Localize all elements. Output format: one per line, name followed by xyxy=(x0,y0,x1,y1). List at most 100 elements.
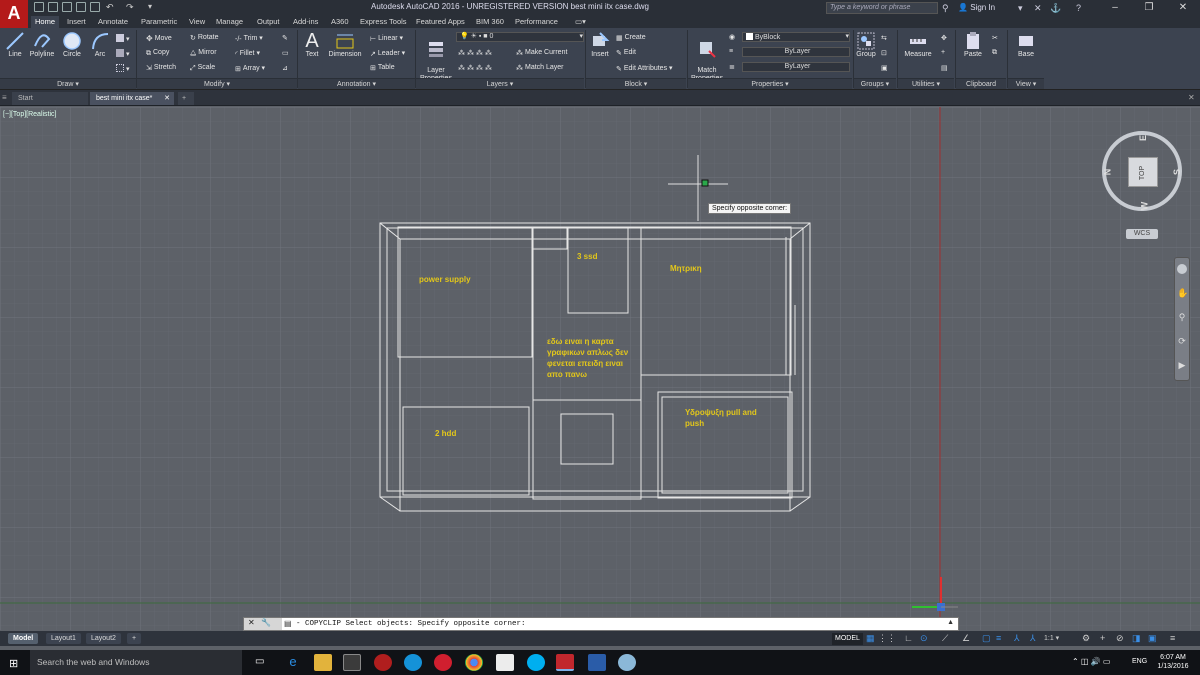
store-icon[interactable] xyxy=(496,654,514,671)
mirror-button[interactable]: ⧋ Mirror xyxy=(190,49,217,58)
close-button[interactable]: ✕ xyxy=(1166,0,1200,16)
layers-panel-label[interactable]: Layers ▾ xyxy=(416,78,584,89)
tab-bim360[interactable]: BIM 360 xyxy=(472,16,508,28)
tab-home[interactable]: Home xyxy=(31,16,60,28)
rotate-button[interactable]: ↻ Rotate xyxy=(190,34,219,42)
taskbar-clock[interactable]: 6:07 AM 1/13/2016 xyxy=(1148,653,1198,671)
open-icon[interactable] xyxy=(48,2,58,12)
clean-screen-icon[interactable]: ▣ xyxy=(1148,633,1157,644)
groups-panel-label[interactable]: Groups ▾ xyxy=(854,78,896,89)
fillet-button[interactable]: ◜ Fillet ▾ xyxy=(235,49,260,58)
move-button[interactable]: ✥ Move xyxy=(146,34,172,43)
tab-performance[interactable]: Performance xyxy=(511,16,562,28)
help-icon[interactable]: ? xyxy=(1076,2,1081,14)
windows-start-icon[interactable]: ⊞ xyxy=(9,657,18,670)
zoom-icon[interactable]: ⚲ xyxy=(1177,312,1187,322)
make-current-button[interactable]: ⁂ Make Current xyxy=(516,49,567,57)
stretch-button[interactable]: ⇲ Stretch xyxy=(146,64,176,72)
ortho-icon[interactable]: ∟ xyxy=(904,633,913,643)
object-snap-tracking-icon[interactable]: ∠ xyxy=(962,633,970,644)
ungroup-icon[interactable]: ⇆ xyxy=(881,34,887,42)
save-icon[interactable] xyxy=(62,2,72,12)
customize-icon[interactable]: 🔧 xyxy=(261,618,271,627)
linetype-dropdown[interactable]: ByLayer xyxy=(742,47,850,57)
tab-model[interactable]: Model xyxy=(8,633,39,644)
offset-icon[interactable]: ⊿ xyxy=(282,64,288,72)
search-input[interactable]: Type a keyword or phrase xyxy=(826,2,938,14)
circle-button[interactable]: Circle xyxy=(60,31,84,58)
linetype-icon[interactable]: ≡ xyxy=(729,48,733,55)
tab-layout2[interactable]: Layout2 xyxy=(86,633,121,644)
explode-icon[interactable]: ▭ xyxy=(282,49,289,57)
app-globe-icon[interactable] xyxy=(618,654,636,671)
tab-close-panel-icon[interactable]: ✕ xyxy=(1188,93,1195,102)
undo-icon[interactable]: ↶ xyxy=(106,2,116,12)
calculator-icon[interactable]: ▤ xyxy=(941,64,948,72)
model-space-button[interactable]: MODEL xyxy=(832,633,863,645)
annotation-visibility-icon[interactable]: ⅄ xyxy=(1030,633,1036,644)
match-properties-button[interactable]: Match Properties xyxy=(688,31,726,83)
maximize-button[interactable]: ❐ xyxy=(1132,0,1166,16)
add-layout-button[interactable]: + xyxy=(127,633,142,644)
table-button[interactable]: ⊞ Table xyxy=(370,64,395,72)
app-red-icon[interactable] xyxy=(374,654,392,671)
ribbon-toggle-icon[interactable]: ▭▾ xyxy=(571,16,590,28)
orbit-icon[interactable]: ⟳ xyxy=(1177,336,1187,346)
scale-button[interactable]: ⤢ Scale xyxy=(190,64,215,73)
lineweight-dropdown[interactable]: ByLayer xyxy=(742,62,850,72)
tab-a360[interactable]: A360 xyxy=(327,16,353,28)
annotation-panel-label[interactable]: Annotation ▾ xyxy=(298,78,415,89)
chrome-icon[interactable] xyxy=(465,654,483,671)
opera-icon[interactable] xyxy=(434,654,452,671)
tab-drawing[interactable]: best mini itx case* ✕ xyxy=(90,92,174,105)
task-view-icon[interactable]: ▭ xyxy=(255,656,264,667)
arc-button[interactable]: Arc xyxy=(88,31,112,58)
cut-icon[interactable]: ✂ xyxy=(992,34,998,42)
layer-properties-button[interactable]: Layer Properties xyxy=(418,31,454,83)
clipboard-panel-label[interactable]: Clipboard xyxy=(956,78,1006,89)
tab-insert[interactable]: Insert xyxy=(63,16,90,28)
autocad-taskbar-icon[interactable] xyxy=(556,654,574,671)
snap-icon[interactable]: ⋮⋮ xyxy=(878,633,896,644)
base-button[interactable]: Base xyxy=(1012,31,1040,58)
app-l-icon[interactable] xyxy=(588,654,606,671)
utilities-panel-label[interactable]: Utilities ▾ xyxy=(898,78,954,89)
minimize-button[interactable]: – xyxy=(1098,0,1132,16)
block-panel-label[interactable]: Block ▾ xyxy=(586,78,686,89)
layer-tools-row1[interactable]: ⁂ ⁂ ⁂ ⁂ xyxy=(458,49,492,57)
leader-button[interactable]: ↗ Leader ▾ xyxy=(370,49,405,58)
tab-featured-apps[interactable]: Featured Apps xyxy=(412,16,469,28)
polar-icon[interactable]: ⊙ xyxy=(920,633,928,644)
polyline-button[interactable]: Polyline xyxy=(28,31,56,58)
layer-tools-row2[interactable]: ⁂ ⁂ ⁂ ⁂ xyxy=(458,64,492,72)
binoculars-icon[interactable]: ⚲ xyxy=(942,2,949,14)
language-indicator[interactable]: ENG xyxy=(1132,658,1147,665)
close-command-line-icon[interactable]: ✕ xyxy=(248,618,255,627)
command-line[interactable]: ✕ 🔧 ▤ - COPYCLIP Select objects: Specify… xyxy=(243,617,959,631)
sign-in-button[interactable]: 👤 Sign In xyxy=(958,2,995,14)
steering-wheel-icon[interactable] xyxy=(1177,264,1187,274)
paste-button[interactable]: Paste xyxy=(958,31,988,58)
rectangle-tool[interactable]: ▾ xyxy=(116,34,130,43)
insert-button[interactable]: Insert xyxy=(588,31,612,58)
dropdown-icon[interactable]: ▾ xyxy=(1018,2,1023,14)
draw-panel-label[interactable]: Draw ▾ xyxy=(0,78,136,89)
match-layer-button[interactable]: ⁂ Match Layer xyxy=(516,64,564,72)
color-wheel-icon[interactable]: ◉ xyxy=(729,33,735,41)
object-snap-icon[interactable]: ▢ xyxy=(982,633,991,644)
point-icon[interactable]: + xyxy=(941,49,945,56)
copy-clip-icon[interactable]: ⧉ xyxy=(992,49,997,57)
system-tray-icons[interactable]: ⌃ ◫ 🔊 ▭ xyxy=(1072,657,1110,666)
layer-dropdown[interactable]: 💡 ☀ ▪ ■ 0 ▾ xyxy=(456,32,584,42)
customization-icon[interactable]: ≡ xyxy=(1170,633,1175,643)
trim-button[interactable]: -/- Trim ▾ xyxy=(235,34,263,44)
tab-parametric[interactable]: Parametric xyxy=(137,16,181,28)
grid-icon[interactable]: ▦ xyxy=(866,633,875,644)
text-button[interactable]: A Text xyxy=(300,31,324,58)
erase-icon[interactable]: ✎ xyxy=(282,34,288,42)
new-icon[interactable] xyxy=(34,2,44,12)
add-scale-icon[interactable]: + xyxy=(1100,633,1105,643)
app-blue-icon[interactable] xyxy=(404,654,422,671)
autocad-logo[interactable]: A xyxy=(0,0,28,28)
array-button[interactable]: ⊞ Array ▾ xyxy=(235,64,265,73)
